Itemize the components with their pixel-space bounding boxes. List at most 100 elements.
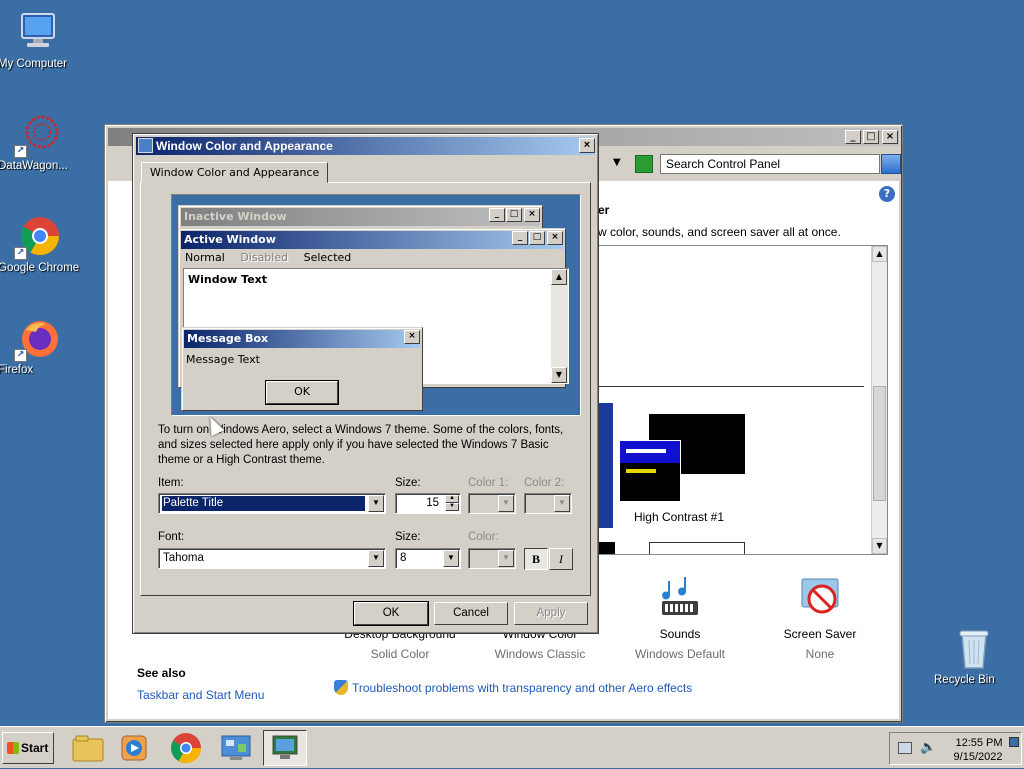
item-screen-saver[interactable]: Screen Saver None bbox=[750, 573, 890, 661]
color1-picker[interactable]: ▼ bbox=[468, 493, 516, 514]
taskbar-chrome[interactable] bbox=[164, 730, 208, 766]
size-stepper[interactable]: 15 ▲ ▼ bbox=[395, 493, 461, 514]
scroll-down-icon[interactable]: ▼ bbox=[872, 538, 887, 554]
chevron-down-icon[interactable]: ▼ bbox=[368, 495, 384, 512]
theme-list[interactable]: High Contrast #1 ▲ ▼ bbox=[598, 245, 888, 555]
network-icon[interactable] bbox=[898, 742, 912, 754]
message-text: Message Text bbox=[186, 353, 260, 366]
show-desktop-icon[interactable] bbox=[1009, 737, 1019, 747]
search-icon[interactable] bbox=[881, 154, 901, 174]
desktop-icon-firefox[interactable]: ↗ Firefox bbox=[0, 316, 78, 376]
desktop-icon-label: Firefox bbox=[0, 364, 34, 376]
apply-button[interactable]: Apply bbox=[514, 602, 588, 625]
desktop-icon-recycle-bin[interactable]: Recycle Bin bbox=[934, 626, 1014, 686]
menu-selected[interactable]: Selected bbox=[304, 251, 352, 264]
chevron-down-icon[interactable]: ▼ bbox=[498, 495, 514, 512]
item-sounds[interactable]: Sounds Windows Default bbox=[610, 573, 750, 661]
font-select-value: Tahoma bbox=[163, 552, 204, 564]
font-label: Font: bbox=[158, 531, 185, 543]
cancel-button[interactable]: Cancel bbox=[434, 602, 508, 625]
window-text: Window Text bbox=[188, 273, 268, 286]
dialog-titlebar[interactable]: Window Color and Appearance × bbox=[136, 137, 595, 155]
recycle-bin-icon bbox=[952, 626, 996, 670]
bold-toggle[interactable]: B bbox=[524, 548, 548, 570]
font-select[interactable]: Tahoma ▼ bbox=[158, 548, 386, 569]
theme-list-scrollbar[interactable]: ▲ ▼ bbox=[871, 246, 887, 554]
monitor-icon bbox=[138, 138, 153, 153]
folder-icon bbox=[72, 735, 104, 762]
menu-normal[interactable]: Normal bbox=[185, 251, 225, 264]
chrome-icon: ↗ bbox=[14, 214, 60, 260]
tab-window-color-appearance[interactable]: Window Color and Appearance bbox=[141, 162, 329, 183]
shortcut-arrow-icon: ↗ bbox=[14, 145, 27, 158]
chevron-down-icon[interactable]: ▼ bbox=[554, 495, 570, 512]
preview-scrollbar[interactable]: ▲ ▼ bbox=[551, 269, 568, 383]
refresh-button[interactable] bbox=[635, 155, 653, 173]
windows-flag-icon bbox=[7, 742, 19, 754]
clock-date[interactable]: 9/15/2022 bbox=[946, 751, 1010, 763]
theme-high-contrast-1[interactable]: High Contrast #1 bbox=[619, 414, 745, 524]
volume-icon[interactable]: 🔈 bbox=[920, 740, 936, 755]
screen-saver-icon bbox=[796, 573, 844, 621]
taskbar-explorer[interactable] bbox=[66, 730, 110, 766]
address-dropdown-icon[interactable]: ▼ bbox=[613, 157, 621, 168]
font-size-select[interactable]: 8 ▼ bbox=[395, 548, 461, 569]
troubleshoot-link-text: Troubleshoot problems with transparency … bbox=[352, 681, 693, 695]
taskbar-start-menu-link[interactable]: Taskbar and Start Menu bbox=[137, 688, 264, 702]
scroll-up-icon[interactable]: ▲ bbox=[872, 246, 887, 262]
minimize-button[interactable]: _ bbox=[845, 130, 861, 144]
troubleshoot-aero-link[interactable]: Troubleshoot problems with transparency … bbox=[334, 680, 692, 695]
datawagon-icon: ↗ bbox=[14, 112, 60, 158]
scroll-up-icon: ▲ bbox=[551, 269, 567, 285]
item-sub: None bbox=[805, 647, 835, 661]
spin-up-icon[interactable]: ▲ bbox=[445, 495, 459, 503]
firefox-icon: ↗ bbox=[14, 316, 60, 362]
theme-thumb-partial-2[interactable] bbox=[599, 542, 615, 554]
desktop-icon-google-chrome[interactable]: ↗ Google Chrome bbox=[0, 214, 79, 274]
desktop-icon-my-computer[interactable]: My Computer bbox=[0, 10, 78, 70]
item-sub: Windows Default bbox=[634, 647, 726, 661]
shortcut-arrow-icon: ↗ bbox=[14, 349, 27, 362]
clock-time[interactable]: 12:55 PM bbox=[950, 737, 1008, 749]
start-label: Start bbox=[21, 741, 49, 755]
close-button[interactable]: × bbox=[882, 130, 898, 144]
search-input[interactable]: Search Control Panel bbox=[660, 154, 880, 174]
font-color-picker[interactable]: ▼ bbox=[468, 548, 516, 569]
taskbar-control-panel[interactable] bbox=[214, 730, 258, 766]
close-button[interactable]: × bbox=[579, 138, 595, 153]
scroll-thumb[interactable] bbox=[873, 386, 886, 501]
preview-message-box[interactable]: Message Box × Message Text OK bbox=[181, 327, 423, 411]
taskbar-media-player[interactable] bbox=[112, 730, 156, 766]
desktop-icon-datawagon[interactable]: ↗ DataWagon... bbox=[0, 112, 78, 172]
item-label: Screen Saver bbox=[783, 627, 857, 641]
theme-group-divider bbox=[599, 386, 864, 387]
color2-picker[interactable]: ▼ bbox=[524, 493, 572, 514]
menu-disabled[interactable]: Disabled bbox=[240, 251, 288, 264]
theme-label: High Contrast #1 bbox=[633, 510, 725, 524]
preview-ok-button[interactable]: OK bbox=[266, 381, 338, 404]
ok-button[interactable]: OK bbox=[354, 602, 428, 625]
theme-thumb-partial-3[interactable] bbox=[649, 542, 745, 554]
appearance-preview[interactable]: Inactive Window _ □ × Active Window _ □ × No… bbox=[171, 194, 581, 416]
message-box-title: Message Box bbox=[184, 330, 420, 348]
desktop-icon-label: DataWagon... bbox=[0, 160, 68, 172]
chevron-down-icon[interactable]: ▼ bbox=[368, 550, 384, 567]
taskbar-window-color-dialog[interactable] bbox=[263, 730, 307, 766]
chevron-down-icon[interactable]: ▼ bbox=[443, 550, 459, 567]
chevron-down-icon[interactable]: ▼ bbox=[498, 550, 514, 567]
minimize-icon: _ bbox=[489, 208, 505, 222]
close-icon: × bbox=[524, 208, 540, 222]
item-select-value: Palette Title bbox=[162, 496, 365, 511]
maximize-icon: □ bbox=[506, 208, 522, 222]
help-icon[interactable]: ? bbox=[879, 186, 895, 202]
scroll-down-icon: ▼ bbox=[551, 367, 567, 383]
italic-toggle[interactable]: I bbox=[549, 548, 573, 570]
start-button[interactable]: Start bbox=[2, 732, 54, 764]
maximize-button[interactable]: □ bbox=[863, 130, 879, 144]
computer-icon bbox=[16, 10, 60, 54]
close-icon: × bbox=[547, 231, 563, 245]
close-icon: × bbox=[404, 330, 420, 344]
media-player-icon bbox=[121, 735, 147, 761]
spin-down-icon[interactable]: ▼ bbox=[445, 503, 459, 511]
item-select[interactable]: Palette Title ▼ bbox=[158, 493, 386, 514]
